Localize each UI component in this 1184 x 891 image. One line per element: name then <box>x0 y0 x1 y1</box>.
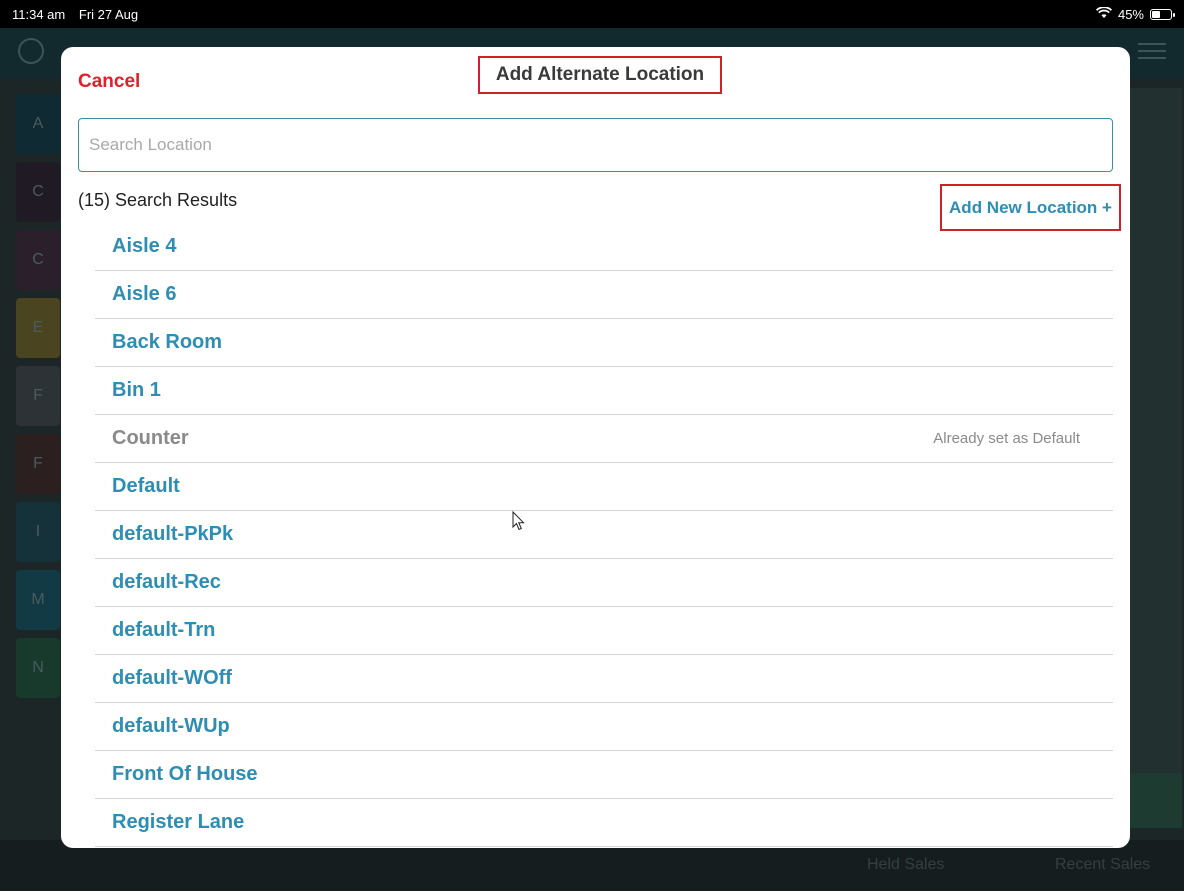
wifi-icon <box>1095 5 1112 22</box>
background-category-tile: A <box>16 94 60 154</box>
location-list: Aisle 4 Aisle 6 Back Room Bin 1 Counter … <box>95 223 1113 847</box>
held-sales-label: Held Sales <box>867 856 945 873</box>
location-name: Aisle 6 <box>112 283 177 305</box>
location-name: default-WOff <box>112 667 232 689</box>
location-row-default-trn[interactable]: default-Trn <box>95 607 1113 655</box>
location-row-default-rec[interactable]: default-Rec <box>95 559 1113 607</box>
location-row-default-pkpk[interactable]: default-PkPk <box>95 511 1113 559</box>
location-row-register-lane[interactable]: Register Lane <box>95 799 1113 847</box>
location-row-aisle-4[interactable]: Aisle 4 <box>95 223 1113 271</box>
location-name: default-PkPk <box>112 523 234 545</box>
location-name: default-Rec <box>112 571 221 593</box>
location-name: Front Of House <box>112 763 258 785</box>
background-category-tile: E <box>16 298 60 358</box>
location-row-default[interactable]: Default <box>95 463 1113 511</box>
status-bar: 11:34 am Fri 27 Aug 45% <box>0 0 1184 28</box>
location-name: default-WUp <box>112 715 230 737</box>
background-category-tile: C <box>16 162 60 222</box>
status-date: Fri 27 Aug <box>78 6 139 22</box>
background-category-tile: C <box>16 230 60 290</box>
mouse-pointer-icon <box>512 511 525 531</box>
background-category-tile: M <box>16 570 60 630</box>
background-side-panel <box>1130 88 1182 828</box>
background-category-tile: I <box>16 502 60 562</box>
location-row-default-wup[interactable]: default-WUp <box>95 703 1113 751</box>
background-category-tile: F <box>16 434 60 494</box>
search-location-input[interactable] <box>78 118 1113 172</box>
location-name: Bin 1 <box>112 379 161 401</box>
location-name: Back Room <box>112 331 223 353</box>
location-row-back-room[interactable]: Back Room <box>95 319 1113 367</box>
search-results-count: (15) Search Results <box>78 190 238 210</box>
battery-icon <box>1150 8 1175 20</box>
status-time: 11:34 am <box>12 6 66 22</box>
location-name: Counter <box>112 427 189 449</box>
cancel-button[interactable]: Cancel <box>78 71 140 93</box>
add-alternate-location-modal: Cancel Add Alternate Location (15) Searc… <box>61 47 1130 848</box>
background-category-tile: F <box>16 366 60 426</box>
location-row-default-woff[interactable]: default-WOff <box>95 655 1113 703</box>
modal-title: Add Alternate Location <box>478 56 722 94</box>
recent-sales-label: Recent Sales <box>1055 856 1151 873</box>
location-row-front-of-house[interactable]: Front Of House <box>95 751 1113 799</box>
location-row-bin-1[interactable]: Bin 1 <box>95 367 1113 415</box>
background-action-button <box>1130 773 1182 828</box>
battery-percent: 45% <box>1117 6 1144 22</box>
location-name: Default <box>112 475 180 497</box>
filter-icon <box>1138 38 1166 64</box>
background-category-tile: N <box>16 638 60 698</box>
location-name: default-Trn <box>112 619 216 641</box>
already-default-note: Already set as Default <box>933 430 1080 447</box>
location-row-counter: Counter Already set as Default <box>95 415 1113 463</box>
location-row-aisle-6[interactable]: Aisle 6 <box>95 271 1113 319</box>
location-name: Aisle 4 <box>112 235 177 257</box>
background-category-list: ACCEFFIMN <box>10 86 66 886</box>
back-icon <box>18 38 44 64</box>
location-name: Register Lane <box>112 811 245 833</box>
